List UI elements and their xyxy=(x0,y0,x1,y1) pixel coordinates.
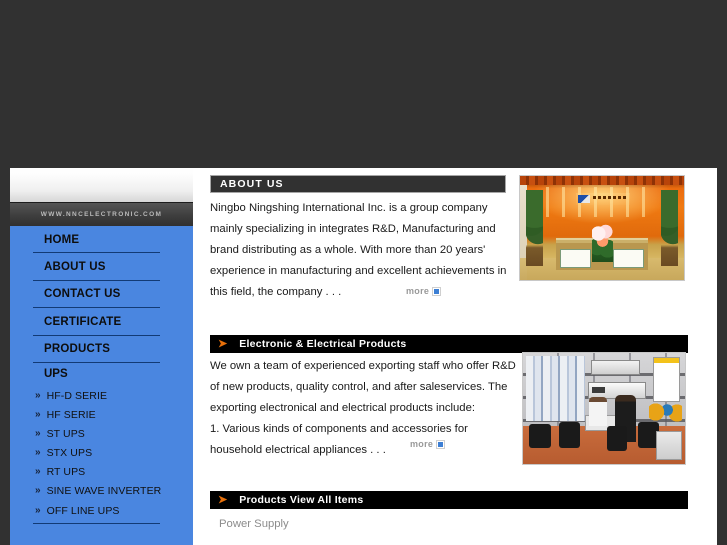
site-url-text: WWW.NNCELECTRONIC.COM xyxy=(40,211,163,218)
paragraph-line: mainly specializing in integrates R&D, M… xyxy=(210,223,496,235)
sidebar-item-products[interactable]: PRODUCTS xyxy=(10,336,193,363)
sidebar-item-hf-d-serie[interactable]: » HF-D SERIE xyxy=(10,386,193,405)
sidebar-item-contact-us[interactable]: CONTACT US xyxy=(10,281,193,309)
sidebar-group-title-ups: UPS xyxy=(10,363,193,386)
divider xyxy=(33,523,160,525)
electronic-more-link[interactable]: more xyxy=(410,439,446,449)
sidebar-item-label: STX UPS xyxy=(46,447,93,460)
sidebar-item-hf-serie[interactable]: » HF SERIE xyxy=(10,405,193,424)
about-us-more-link[interactable]: more xyxy=(406,286,442,296)
sidebar-item-off-line-ups[interactable]: » OFF LINE UPS xyxy=(10,501,193,525)
sidebar-item-label: CERTIFICATE xyxy=(44,315,122,328)
arrow-right-icon: ➤ xyxy=(218,337,228,350)
sidebar-item-label: CONTACT US xyxy=(44,288,121,301)
logo-url-bar: WWW.NNCELECTRONIC.COM xyxy=(10,202,193,226)
arrow-box-icon xyxy=(432,286,442,296)
sidebar-group-label: UPS xyxy=(44,368,68,381)
sidebar-item-label: PRODUCTS xyxy=(44,343,111,356)
more-label: more xyxy=(406,286,430,296)
paragraph-line: 1. Various kinds of components and acces… xyxy=(210,423,468,435)
sidebar-item-stx-ups[interactable]: » STX UPS xyxy=(10,444,193,463)
showroom-photo xyxy=(522,352,686,465)
double-chevron-icon: » xyxy=(35,466,41,478)
sidebar-item-label: HF SERIE xyxy=(46,408,96,421)
about-us-paragraph: Ningbo Ningshing International Inc. is a… xyxy=(210,198,510,303)
sidebar-item-sine-wave-inverter[interactable]: » SINE WAVE INVERTER xyxy=(10,482,193,501)
paragraph-line: household electrical appliances . . . xyxy=(210,444,386,456)
double-chevron-icon: » xyxy=(35,408,41,420)
main-content: ABOUT US Ningbo Ningshing International … xyxy=(201,168,701,545)
sidebar-item-label: ST UPS xyxy=(46,427,85,440)
paragraph-line: exporting electronical and electrical pr… xyxy=(210,402,475,414)
paragraph-line: We own a team of experienced exporting s… xyxy=(210,360,516,372)
section-title: ABOUT US xyxy=(220,178,284,190)
sidebar-item-label: RT UPS xyxy=(46,466,86,479)
double-chevron-icon: » xyxy=(35,389,41,401)
arrow-box-icon xyxy=(436,439,446,449)
paragraph-line: Ningbo Ningshing International Inc. is a… xyxy=(210,202,488,214)
section-header-about-us: ABOUT US xyxy=(210,175,506,193)
sidebar-item-label: OFF LINE UPS xyxy=(46,504,120,517)
paragraph-line: brand distributing as a whole. With more… xyxy=(210,244,486,256)
double-chevron-icon: » xyxy=(35,504,41,516)
top-banner xyxy=(0,0,727,163)
arrow-right-icon: ➤ xyxy=(218,493,228,506)
paragraph-line: of new products, quality control, and af… xyxy=(210,381,508,393)
section-header-products-view-all-items[interactable]: ➤ Products View All Items xyxy=(210,491,688,509)
sidebar-navigation[interactable]: HOME ABOUT US CONTACT US CERTIFICATE PRO… xyxy=(10,226,193,545)
double-chevron-icon: » xyxy=(35,447,41,459)
products-list: Power Supply xyxy=(210,518,289,530)
list-item[interactable]: Power Supply xyxy=(210,518,289,530)
section-title: Products View All Items xyxy=(239,494,364,506)
sidebar-item-st-ups[interactable]: » ST UPS xyxy=(10,424,193,443)
sidebar-item-rt-ups[interactable]: » RT UPS xyxy=(10,463,193,482)
sidebar-item-certificate[interactable]: CERTIFICATE xyxy=(10,308,193,336)
electronic-paragraph: We own a team of experienced exporting s… xyxy=(210,356,516,461)
more-label: more xyxy=(410,439,434,449)
sidebar-item-about-us[interactable]: ABOUT US xyxy=(10,253,193,281)
section-title: Electronic & Electrical Products xyxy=(239,338,407,350)
double-chevron-icon: » xyxy=(35,485,41,497)
section-header-electronic-electrical-products: ➤ Electronic & Electrical Products xyxy=(210,335,688,353)
company-lobby-photo xyxy=(519,175,685,281)
paragraph-line: this field, the company . . . xyxy=(210,286,342,298)
double-chevron-icon: » xyxy=(35,427,41,439)
sidebar-item-label: HF-D SERIE xyxy=(46,389,108,402)
sidebar-item-label: ABOUT US xyxy=(44,261,106,274)
sidebar-item-label: HOME xyxy=(44,233,80,246)
sidebar-item-home[interactable]: HOME xyxy=(10,226,193,254)
paragraph-line: experience in manufacturing and excellen… xyxy=(210,265,507,277)
sidebar-item-label: SINE WAVE INVERTER xyxy=(46,485,162,498)
